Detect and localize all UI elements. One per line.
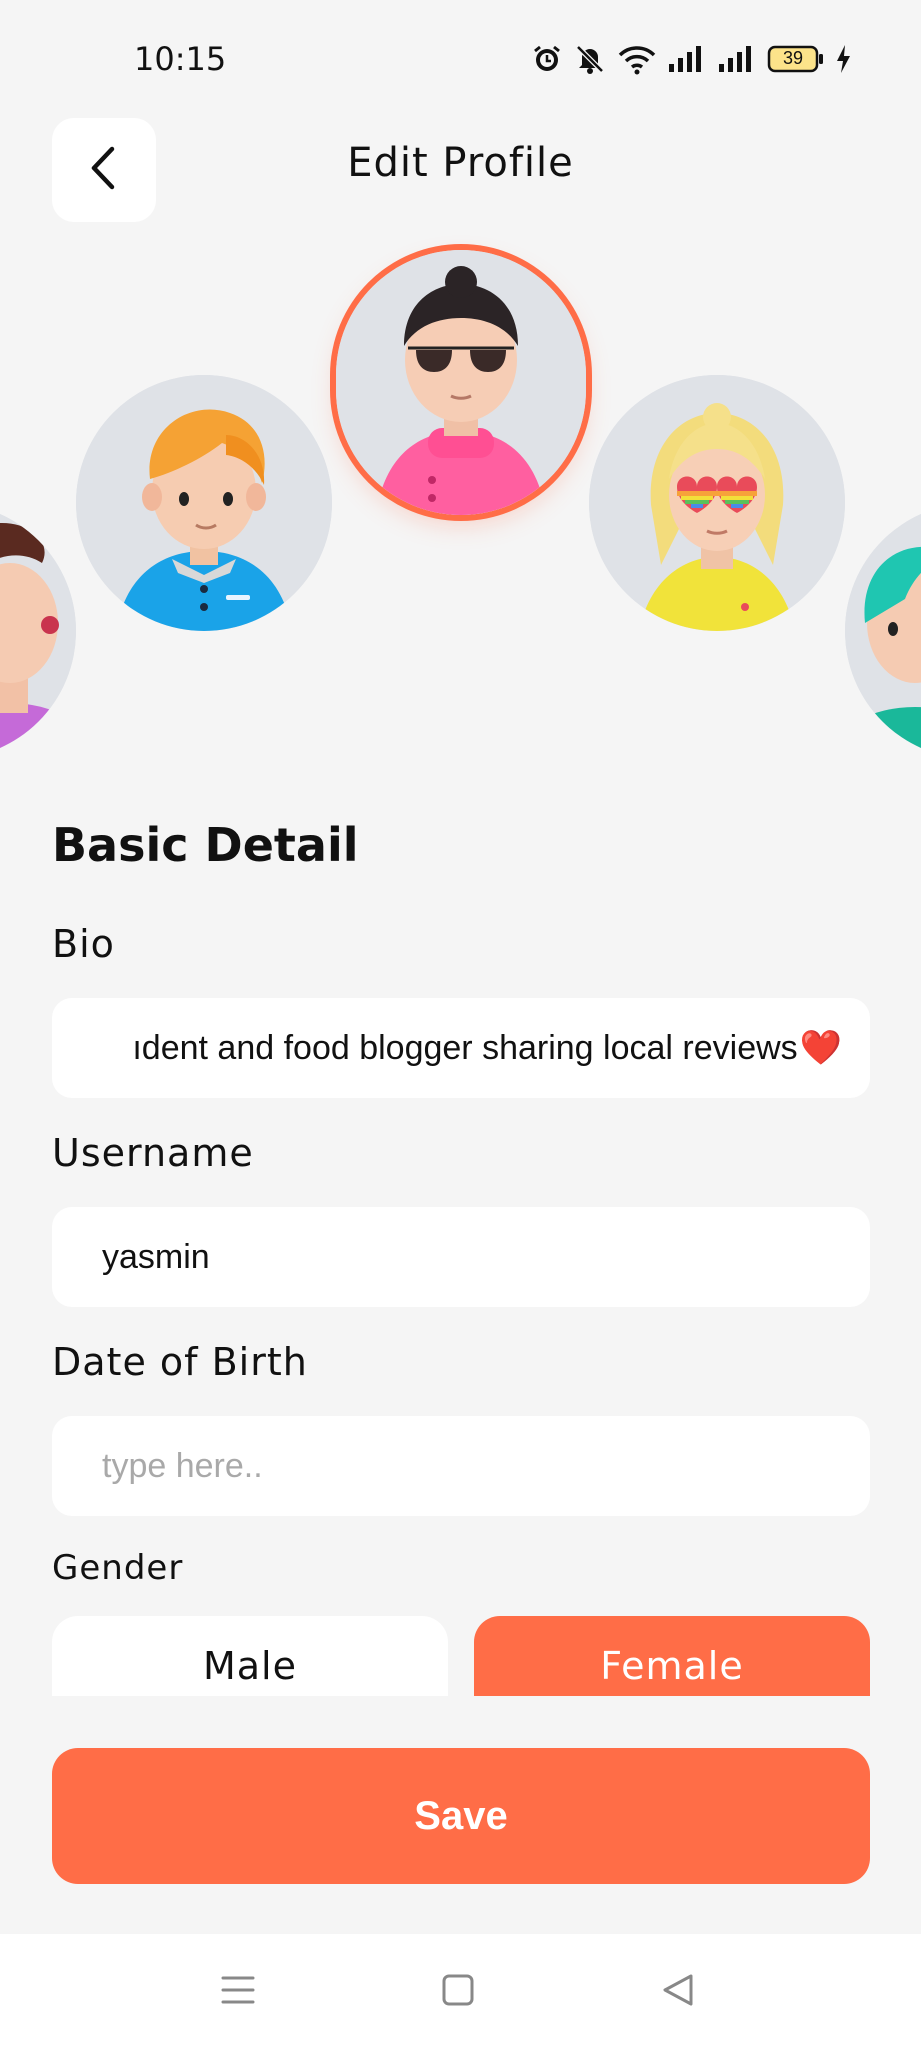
home-button[interactable] xyxy=(430,1964,486,2020)
gender-male-button[interactable]: Male xyxy=(52,1616,448,1696)
dob-field[interactable]: type here.. xyxy=(52,1416,870,1516)
avatar-partial-left[interactable] xyxy=(0,503,76,759)
dob-label: Date of Birth xyxy=(52,1340,308,1384)
status-icons: 39 xyxy=(531,42,851,76)
page-title: Edit Profile xyxy=(347,140,574,186)
avatar-sunglasses-bun[interactable] xyxy=(336,250,586,515)
save-button[interactable]: Save xyxy=(52,1748,870,1884)
menu-icon xyxy=(220,1973,256,2012)
gender-female-button[interactable]: Female xyxy=(474,1616,870,1696)
avatar-blonde-rainbow-glasses[interactable] xyxy=(589,375,845,631)
avatar-orange-hair-boy[interactable] xyxy=(76,375,332,631)
menu-button[interactable] xyxy=(210,1964,266,2020)
back-nav-button[interactable] xyxy=(650,1964,706,2020)
status-bar: 10:15 39 xyxy=(0,0,921,110)
edit-profile-screen: 10:15 39 Edit Profile Basic Detail Bio ı… xyxy=(0,0,921,2048)
gender-selector: Male Female xyxy=(52,1616,870,1696)
muted-bell-icon xyxy=(573,43,607,75)
alarm-icon xyxy=(531,43,563,75)
section-title: Basic Detail xyxy=(52,818,359,872)
wifi-icon xyxy=(617,43,657,75)
signal-icon xyxy=(667,44,707,74)
charging-icon xyxy=(835,44,851,74)
back-triangle-icon xyxy=(661,1973,695,2012)
battery-icon: 39 xyxy=(767,45,825,73)
home-square-icon xyxy=(441,1973,475,2012)
bio-label: Bio xyxy=(52,922,115,966)
gender-label: Gender xyxy=(52,1548,184,1588)
battery-level: 39 xyxy=(782,48,804,68)
dob-placeholder: type here.. xyxy=(102,1446,263,1485)
system-nav-bar xyxy=(0,1934,921,2048)
username-field[interactable]: yasmin xyxy=(52,1207,870,1307)
signal-icon xyxy=(717,44,757,74)
avatar-partial-right[interactable] xyxy=(845,503,921,759)
bio-value: ıdent and food blogger sharing local rev… xyxy=(132,1028,798,1067)
username-label: Username xyxy=(52,1131,254,1175)
username-value: yasmin xyxy=(102,1237,210,1276)
status-time: 10:15 xyxy=(134,40,227,78)
heart-emoji: ❤️ xyxy=(799,1029,842,1067)
bio-field[interactable]: ıdent and food blogger sharing local rev… xyxy=(52,998,870,1098)
